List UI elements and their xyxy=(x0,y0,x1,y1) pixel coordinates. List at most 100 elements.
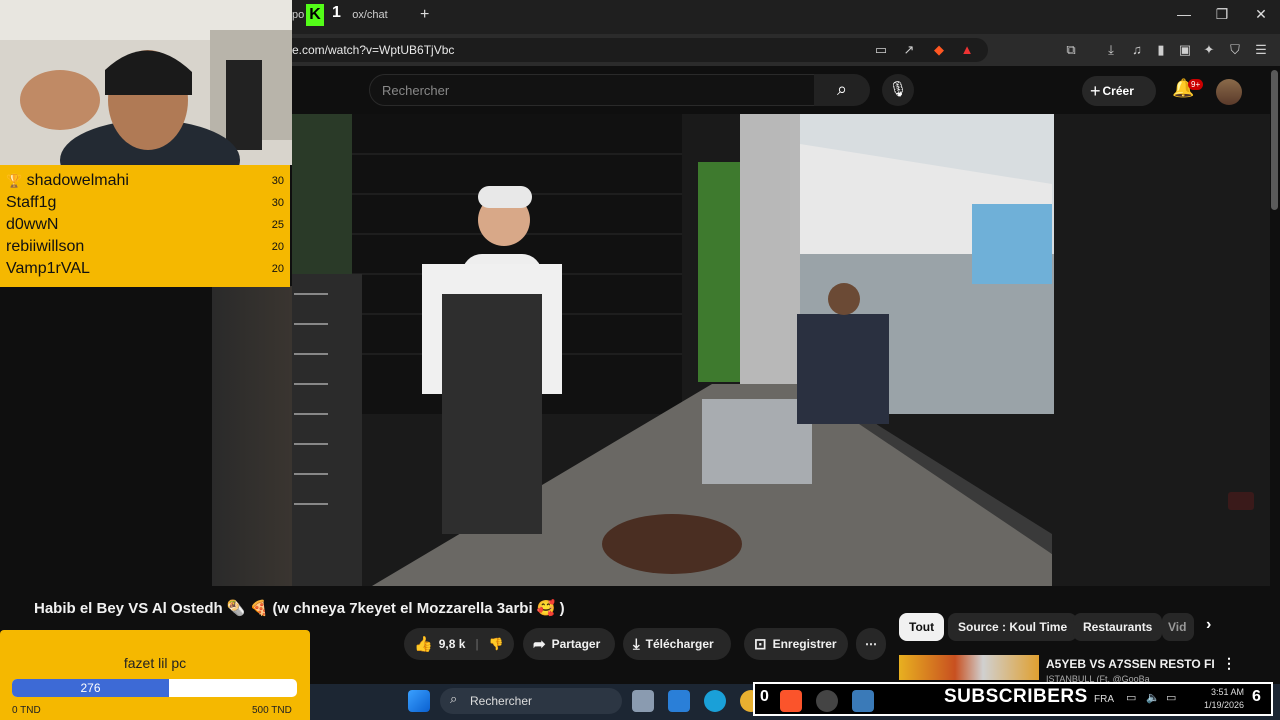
download-button[interactable]: ⤓ Télécharger xyxy=(623,628,731,660)
subscribers-label: SUBSCRIBERS xyxy=(944,686,1088,707)
leaderboard-name: d0wwN xyxy=(6,216,59,233)
taskbar-search-icon: ⌕ xyxy=(450,691,458,706)
chip-tout[interactable]: Tout xyxy=(899,613,945,641)
recommended-title[interactable]: A5YEB VS A7SSEN RESTO FI xyxy=(1046,657,1215,671)
music-icon[interactable]: ♫ xyxy=(1128,41,1146,59)
new-tab-button[interactable]: + xyxy=(420,6,429,24)
obs-icon[interactable] xyxy=(816,690,838,712)
leaderboard-name: 🏆 shadowelmahi xyxy=(6,172,129,189)
taskbar-search-label: Rechercher xyxy=(470,694,533,708)
video-title: Habib el Bey VS Al Ostedh 🌯 🍕 (w chneya … xyxy=(34,600,565,617)
scrollbar-thumb[interactable] xyxy=(1271,70,1278,210)
save-button[interactable]: ⊡ Enregistrer xyxy=(744,628,848,660)
like-button[interactable]: 👍 9,8 k | 👎 xyxy=(404,628,514,660)
like-count: 9,8 k xyxy=(438,637,466,651)
leaderboard-score: 20 xyxy=(271,263,284,275)
leaderboard-score: 25 xyxy=(271,219,284,231)
tray-time[interactable]: 3:51 AM xyxy=(1200,687,1244,697)
streamer-watermark-icon xyxy=(1228,492,1254,510)
screenshot-icon[interactable]: ⧉ xyxy=(1062,41,1080,59)
video-frame-illustration xyxy=(292,114,1054,586)
share-button[interactable]: ➦ Partager xyxy=(523,628,615,660)
webcam-feed xyxy=(0,0,292,165)
leaderboard-panel: 🏆 shadowelmahi 30 Staff1g 30 d0wwN 25 rebii… xyxy=(0,165,290,287)
tray-language[interactable]: FRA xyxy=(1094,694,1114,705)
wallet-icon[interactable]: ▣ xyxy=(1176,41,1194,59)
chevron-right-icon[interactable]: › xyxy=(1206,616,1211,634)
download-icon[interactable]: ⤓ xyxy=(1102,41,1120,59)
download-arrow-icon: ⤓ xyxy=(633,636,640,653)
taskbar-search[interactable]: Rechercher xyxy=(440,688,622,714)
brave-icon[interactable] xyxy=(780,690,802,712)
video-player[interactable] xyxy=(292,114,1054,586)
plus-icon: + xyxy=(1090,81,1101,101)
leaderboard-score: 30 xyxy=(271,197,284,209)
recommended-thumbnail[interactable] xyxy=(899,655,1039,680)
volume-icon[interactable]: 🔈 xyxy=(1146,691,1160,704)
create-button[interactable]: + Créer xyxy=(1082,76,1156,106)
leaderboard-row: rebiiwillson 20 xyxy=(6,236,284,258)
chip-videos[interactable]: Vid xyxy=(1162,613,1194,641)
cast-icon[interactable]: ▭ xyxy=(872,41,890,59)
goal-max-label: 500 TND xyxy=(252,705,292,716)
search-button[interactable]: ⌕ xyxy=(814,74,870,106)
video-edge xyxy=(212,286,292,586)
goal-min-label: 0 TND xyxy=(12,705,41,716)
task-view-icon[interactable] xyxy=(632,690,654,712)
brave-rewards-icon[interactable]: ▲ xyxy=(958,41,976,59)
leaderboard-row: d0wwN 25 xyxy=(6,214,284,236)
goal-progress-bar: 276 xyxy=(12,679,297,697)
share-icon: ➦ xyxy=(533,636,546,653)
leaderboard-score: 20 xyxy=(271,241,284,253)
donation-goal-widget: fazet lil pc 276 0 TND 500 TND xyxy=(0,630,310,720)
menu-icon[interactable]: ☰ xyxy=(1252,41,1270,59)
close-window-button[interactable]: ✕ xyxy=(1246,6,1276,23)
share-page-icon[interactable]: ↗ xyxy=(900,41,918,59)
search-field[interactable]: Rechercher xyxy=(369,74,815,106)
download-label: Télécharger xyxy=(645,637,714,651)
subscribers-count-left: 0 xyxy=(760,688,769,705)
leaderboard-score: 30 xyxy=(271,175,284,187)
more-actions-button[interactable]: ⋯ xyxy=(856,628,886,660)
tray-date[interactable]: 1/19/2026 xyxy=(1196,700,1244,710)
sidebar-icon[interactable]: ▮ xyxy=(1152,41,1170,59)
leaderboard-name: rebiiwillson xyxy=(6,238,85,255)
photos-icon[interactable] xyxy=(852,690,874,712)
edge-icon[interactable] xyxy=(704,690,726,712)
battery-icon[interactable]: ▭ xyxy=(1166,691,1176,704)
leaderboard-name: Staff1g xyxy=(6,194,57,211)
app-icon[interactable] xyxy=(668,690,690,712)
leaderboard-row: 🏆 shadowelmahi 30 xyxy=(6,170,284,192)
maximize-button[interactable]: ❐ xyxy=(1207,6,1237,23)
thumbs-down-icon: 👎 xyxy=(488,637,504,651)
network-icon[interactable]: ▭ xyxy=(1126,691,1136,704)
vpn-icon[interactable]: ⛉ xyxy=(1226,41,1244,59)
share-label: Partager xyxy=(551,637,601,651)
brave-shield-icon[interactable]: ◆ xyxy=(930,41,948,59)
save-label: Enregistrer xyxy=(772,637,837,651)
chip-restaurants[interactable]: Restaurants xyxy=(1073,613,1163,641)
minimize-button[interactable]: — xyxy=(1169,6,1199,22)
chip-source[interactable]: Source : Koul Time xyxy=(948,613,1078,641)
ai-icon[interactable]: ✦ xyxy=(1200,41,1218,59)
recommended-menu-icon[interactable]: ⋮ xyxy=(1222,655,1236,672)
goal-current-amount: 276 xyxy=(80,681,101,695)
goal-title: fazet lil pc xyxy=(123,655,187,671)
url-text: e.com/watch?v=WptUB6TjVbc xyxy=(292,43,455,57)
search-icon: ⌕ xyxy=(836,79,848,99)
address-bar: e.com/watch?v=WptUB6TjVbc ▭ ↗ ◆ ▲ ⧉ ⤓ ♫ … xyxy=(292,34,1280,66)
windows-start-icon[interactable] xyxy=(408,690,430,712)
microphone-icon: 🎙 xyxy=(888,81,908,98)
player-side-area xyxy=(1054,114,1270,586)
account-avatar[interactable] xyxy=(1216,79,1242,105)
thumbs-up-icon: 👍 xyxy=(414,636,433,653)
kick-logo-icon: K xyxy=(306,4,324,26)
notifications-badge: 9+ xyxy=(1188,79,1204,90)
trophy-icon: 🏆 xyxy=(6,173,23,188)
youtube-header: Rechercher ⌕ 🎙 + Créer 🔔 9+ xyxy=(292,66,1280,114)
create-label: Créer xyxy=(1102,84,1134,98)
leaderboard-row: Vamp1rVAL 20 xyxy=(6,258,284,280)
voice-search-button[interactable]: 🎙 xyxy=(882,74,914,106)
search-placeholder: Rechercher xyxy=(382,83,450,98)
browser-tab-bar: po ox/chat K 1 + — ❐ ✕ xyxy=(292,0,1280,34)
